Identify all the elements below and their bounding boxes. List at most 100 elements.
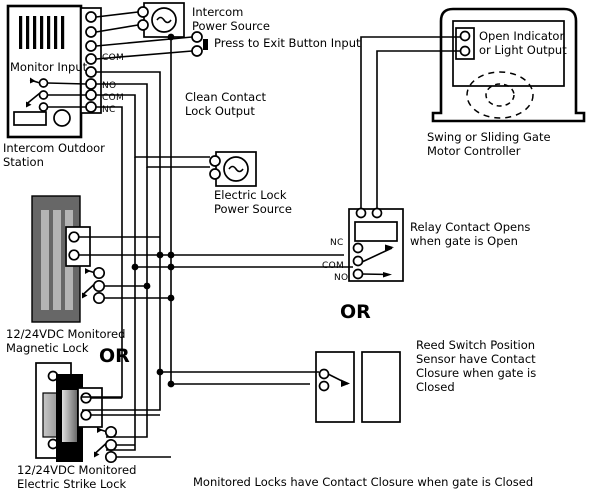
diagram-svg: COM NO COM NC Monitor Input Intercom Out… xyxy=(3,2,586,491)
strike-contact-2[interactable] xyxy=(104,438,118,452)
gate-output-terminal-2[interactable] xyxy=(459,45,471,57)
label-gate-controller-line1: Swing or Sliding Gate xyxy=(427,130,551,144)
electric-strike-lock xyxy=(35,362,118,464)
junction-f xyxy=(156,368,164,376)
label-relay-no: NO xyxy=(334,273,348,283)
strike-terminal-block xyxy=(77,387,103,428)
exit-terminal-2[interactable] xyxy=(191,45,203,57)
label-intercom-no: NO xyxy=(102,81,116,91)
relay-terminal-nc[interactable] xyxy=(352,242,364,254)
label-relay-contact-line2: when gate is Open xyxy=(410,234,518,248)
strike-terminal-1[interactable] xyxy=(80,392,92,404)
intercom-terminal-4[interactable] xyxy=(85,53,97,65)
magnetic-lock xyxy=(31,195,106,323)
mag-lock-terminal-block xyxy=(65,226,91,267)
label-monitor-input: Monitor Input xyxy=(10,60,88,74)
relay-no-lead xyxy=(361,273,389,276)
reed-terminal-1[interactable] xyxy=(318,368,330,380)
junction-exit-top xyxy=(167,33,175,41)
junction-c xyxy=(167,263,175,271)
lock-power-terminal-2[interactable] xyxy=(209,168,221,180)
strike-monitor-contacts xyxy=(93,425,118,464)
label-intercom-power-line2: Power Source xyxy=(192,19,270,33)
power-terminal-1[interactable] xyxy=(137,6,149,18)
label-intercom-station-line1: Intercom Outdoor xyxy=(3,141,105,155)
label-open-indicator-line2: or Light Output xyxy=(479,43,567,57)
label-press-to-exit: Press to Exit Button Input xyxy=(214,36,361,50)
label-reed-line1: Reed Switch Position xyxy=(416,338,535,352)
strike-contact-3[interactable] xyxy=(104,450,118,464)
label-lock-power-line2: Power Source xyxy=(214,202,292,216)
label-mag-lock-line1: 12/24VDC Monitored xyxy=(6,327,125,341)
wiring-diagram-canvas: COM NO COM NC Monitor Input Intercom Out… xyxy=(0,0,596,500)
label-clean-contact-line1: Clean Contact xyxy=(185,90,267,104)
intercom-terminal-com1[interactable] xyxy=(85,66,97,78)
relay-coil xyxy=(354,221,398,242)
intercom-nameplate xyxy=(13,111,47,126)
relay-contact-box xyxy=(348,207,404,282)
wire-power-1 xyxy=(95,11,139,18)
junction-h xyxy=(131,263,139,271)
intercom-power-source xyxy=(137,2,185,38)
junction-g xyxy=(167,380,175,388)
intercom-terminal-1[interactable] xyxy=(85,11,97,23)
strike-terminal-2[interactable] xyxy=(80,409,92,421)
label-intercom-power-line1: Intercom xyxy=(192,5,243,19)
label-intercom-station-line2: Station xyxy=(3,155,44,169)
lock-power-terminal-1[interactable] xyxy=(209,155,221,167)
intercom-terminal-2[interactable] xyxy=(85,26,97,38)
junction-a xyxy=(156,251,164,259)
mag-lock-terminal-2[interactable] xyxy=(68,249,80,261)
label-or-middle: OR xyxy=(340,301,371,323)
label-relay-com: COM xyxy=(322,261,344,271)
intercom-terminal-3[interactable] xyxy=(85,40,97,52)
mag-lock-contact-3[interactable] xyxy=(92,291,106,305)
label-reed-line2: Sensor have Contact xyxy=(416,352,536,366)
lead-no xyxy=(47,82,87,85)
relay-coil-terminal-2[interactable] xyxy=(371,207,383,219)
intercom-terminal-com2[interactable] xyxy=(85,89,97,101)
gate-motor-controller: Open Indicator or Light Output xyxy=(431,7,586,123)
label-strike-lock-line2: Electric Strike Lock xyxy=(17,477,127,491)
intercom-terminal-no[interactable] xyxy=(85,78,97,90)
intercom-terminal-nc[interactable] xyxy=(85,101,97,113)
intercom-call-button[interactable] xyxy=(53,109,71,127)
wire-exit-1 xyxy=(95,36,193,47)
mag-lock-stripe-2 xyxy=(53,210,61,310)
reed-terminal-2[interactable] xyxy=(318,380,330,392)
label-relay-contact-line1: Relay Contact Opens xyxy=(410,220,530,234)
label-strike-lock-line1: 12/24VDC Monitored xyxy=(17,463,136,477)
strike-keeper xyxy=(62,390,77,442)
label-reed-line3: Closure when gate is xyxy=(416,366,536,380)
mag-lock-contact-2[interactable] xyxy=(92,279,106,293)
mag-lock-monitor-contacts xyxy=(81,266,106,305)
gate-output-terminal-1[interactable] xyxy=(459,30,471,42)
relay-coil-terminal-1[interactable] xyxy=(355,207,367,219)
push-button-icon[interactable] xyxy=(203,39,208,50)
reed-switch-magnet xyxy=(361,351,401,423)
footer-note: Monitored Locks have Contact Closure whe… xyxy=(193,475,533,489)
wire-power-2 xyxy=(95,24,139,33)
mag-lock-terminal-1[interactable] xyxy=(68,231,80,243)
press-to-exit-button xyxy=(191,31,208,57)
reed-switch-sensor xyxy=(315,351,401,423)
strike-contact-1[interactable] xyxy=(104,425,118,439)
label-gate-controller-line2: Motor Controller xyxy=(427,144,521,158)
mag-lock-contact-1[interactable] xyxy=(92,266,106,280)
relay-terminal-com[interactable] xyxy=(352,255,364,267)
junction-e xyxy=(167,294,175,302)
electric-lock-power-source xyxy=(209,151,257,187)
label-lock-power-line1: Electric Lock xyxy=(214,188,287,202)
relay-terminal-no[interactable] xyxy=(352,268,364,280)
junction-d xyxy=(143,282,151,290)
label-clean-contact-line2: Lock Output xyxy=(185,104,255,118)
label-mag-lock-line2: Magnetic Lock xyxy=(6,341,89,355)
label-open-indicator-line1: Open Indicator xyxy=(479,29,564,43)
exit-terminal-1[interactable] xyxy=(191,31,203,43)
label-reed-line4: Closed xyxy=(416,380,455,394)
label-or-top: OR xyxy=(99,345,130,367)
power-terminal-2[interactable] xyxy=(137,19,149,31)
wire-bus-b xyxy=(106,157,136,451)
label-relay-nc: NC xyxy=(330,238,344,248)
junction-b xyxy=(167,251,175,259)
